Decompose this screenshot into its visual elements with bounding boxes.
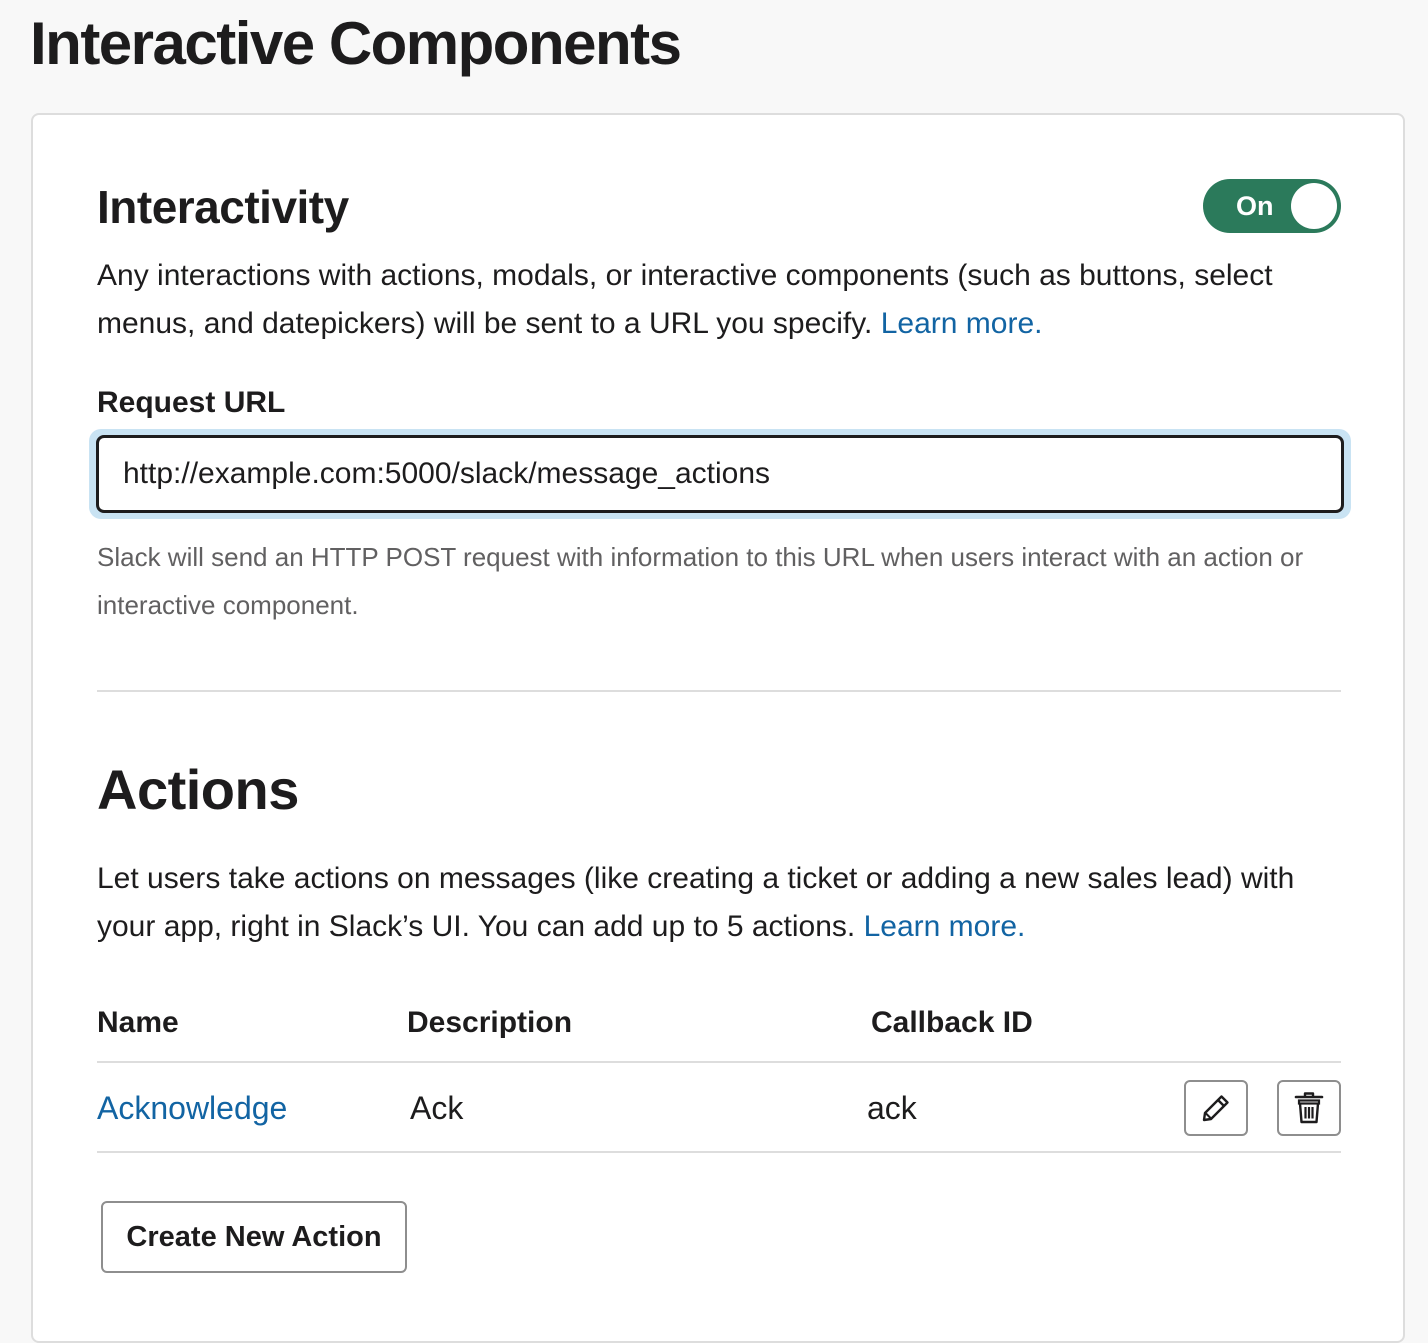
- toggle-knob: [1291, 183, 1337, 229]
- action-callback-id: ack: [867, 1090, 917, 1126]
- interactivity-learn-more-link[interactable]: Learn more.: [881, 307, 1043, 340]
- column-header-callback-id: Callback ID: [871, 1006, 1033, 1039]
- request-url-hint: Slack will send an HTTP POST request wit…: [97, 542, 1304, 620]
- create-new-action-button[interactable]: Create New Action: [101, 1201, 407, 1273]
- request-url-input[interactable]: [96, 435, 1344, 513]
- delete-action-button[interactable]: [1277, 1080, 1341, 1136]
- trash-icon: [1294, 1092, 1324, 1124]
- interactivity-description: Any interactions with actions, modals, o…: [97, 252, 1317, 348]
- interactivity-toggle[interactable]: On: [1203, 179, 1341, 233]
- action-description: Ack: [410, 1090, 464, 1126]
- interactivity-title: Interactivity: [97, 181, 349, 233]
- actions-title: Actions: [97, 758, 299, 821]
- action-name-link[interactable]: Acknowledge: [97, 1087, 287, 1129]
- pencil-icon: [1202, 1095, 1229, 1122]
- edit-action-button[interactable]: [1184, 1080, 1248, 1136]
- toggle-label: On: [1236, 191, 1274, 221]
- interactivity-description-text: Any interactions with actions, modals, o…: [97, 259, 1273, 340]
- actions-description-text: Let users take actions on messages (like…: [97, 862, 1295, 943]
- page-title: Interactive Components: [30, 10, 682, 77]
- table-header-divider: [97, 1061, 1341, 1063]
- table-row-divider: [97, 1151, 1341, 1153]
- actions-description: Let users take actions on messages (like…: [97, 855, 1357, 951]
- column-header-name: Name: [97, 1006, 179, 1039]
- section-divider: [97, 690, 1341, 692]
- settings-card: Interactivity On Any interactions with a…: [31, 113, 1405, 1343]
- request-url-focus-ring: [89, 429, 1351, 519]
- actions-learn-more-link[interactable]: Learn more.: [864, 910, 1026, 943]
- column-header-description: Description: [407, 1006, 573, 1039]
- request-url-label: Request URL: [97, 386, 286, 419]
